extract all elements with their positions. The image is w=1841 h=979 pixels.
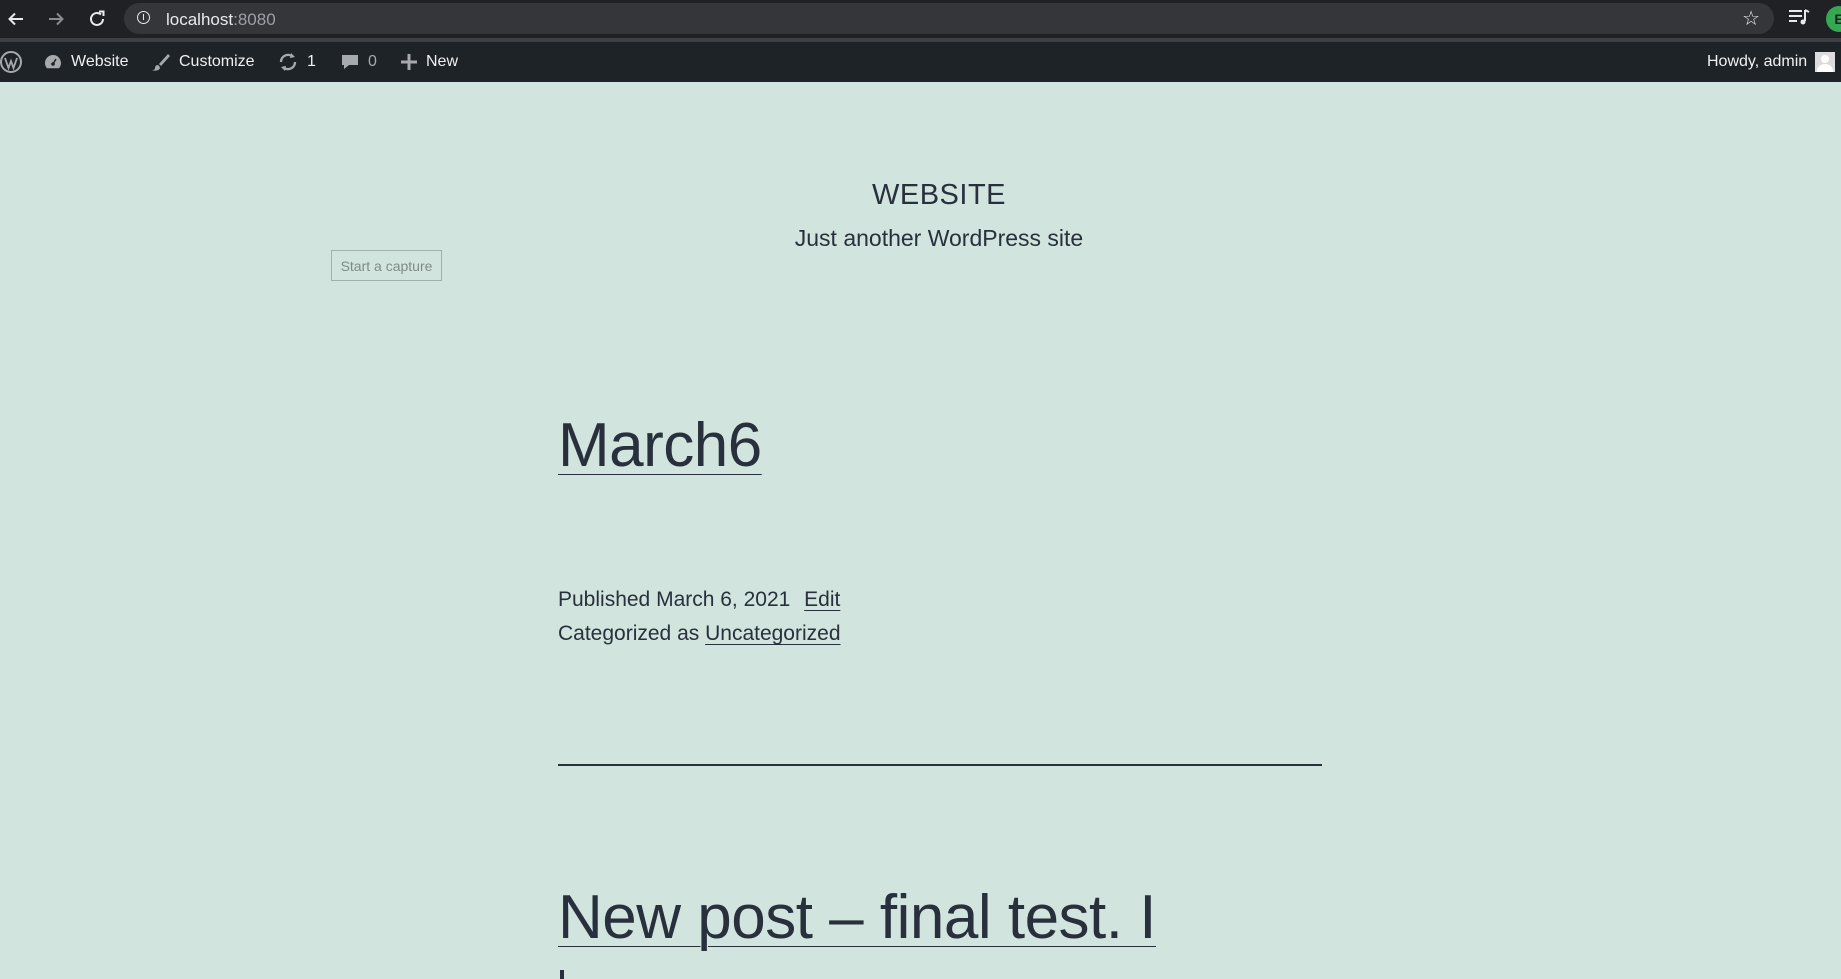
reload-icon[interactable] — [85, 7, 109, 31]
published-date: March 6, 2021 — [656, 588, 791, 611]
post-title: New post – final test. I — [558, 887, 1156, 949]
forward-icon[interactable] — [44, 7, 68, 31]
bookmark-star-icon[interactable]: ☆ — [1742, 6, 1760, 30]
published-prefix: Published — [558, 588, 651, 611]
reading-list-icon[interactable] — [1788, 8, 1810, 28]
site-description: Just another WordPress site — [794, 225, 1084, 251]
brush-icon — [151, 52, 171, 72]
plus-icon — [400, 53, 418, 71]
start-capture-button[interactable]: Start a capture — [331, 250, 442, 281]
url-text[interactable]: localhost:8080 — [166, 10, 276, 30]
site-title[interactable]: WEBSITE — [0, 179, 1841, 212]
user-avatar — [1815, 52, 1836, 72]
site-label: Website — [71, 53, 129, 70]
post-title-overflow-glyph — [560, 970, 564, 979]
browser-toolbar: localhost:8080 ☆ E — [0, 0, 1841, 38]
post-category-meta: Categorized as Uncategorized — [558, 622, 841, 646]
site-info-icon[interactable] — [137, 11, 150, 24]
admin-bar-account[interactable]: Howdy, admin — [1707, 42, 1836, 82]
admin-bar-customize[interactable]: Customize — [151, 42, 255, 82]
admin-bar-site[interactable]: Website — [43, 42, 129, 82]
wordpress-logo-icon[interactable] — [0, 42, 22, 82]
address-bar[interactable]: localhost:8080 ☆ — [124, 3, 1774, 34]
howdy-text: Howdy, admin — [1707, 53, 1808, 70]
wp-admin-bar: Website Customize 1 0 New Howdy, admin — [0, 42, 1841, 82]
post-separator — [558, 764, 1322, 766]
customize-label: Customize — [179, 53, 255, 70]
post-title-link[interactable]: March6 — [558, 411, 762, 480]
new-label: New — [426, 53, 459, 70]
admin-bar-updates[interactable]: 1 — [277, 42, 316, 82]
updates-icon — [277, 52, 299, 72]
edit-post-link[interactable]: Edit — [804, 588, 840, 611]
post-published-meta: Published March 6, 2021 Edit — [558, 588, 840, 612]
dashboard-icon — [43, 53, 63, 71]
post-title-link[interactable]: New post – final test. I — [558, 883, 1156, 952]
category-link[interactable]: Uncategorized — [705, 622, 840, 645]
post-title: March6 — [558, 415, 762, 477]
comment-bubble-icon — [340, 52, 360, 72]
updates-count: 1 — [307, 53, 316, 70]
admin-bar-comments[interactable]: 0 — [340, 42, 377, 82]
category-prefix: Categorized as — [558, 622, 700, 645]
back-icon[interactable] — [4, 7, 28, 31]
admin-bar-new[interactable]: New — [400, 42, 458, 82]
profile-avatar[interactable]: E — [1826, 6, 1841, 32]
comments-count: 0 — [368, 53, 377, 70]
